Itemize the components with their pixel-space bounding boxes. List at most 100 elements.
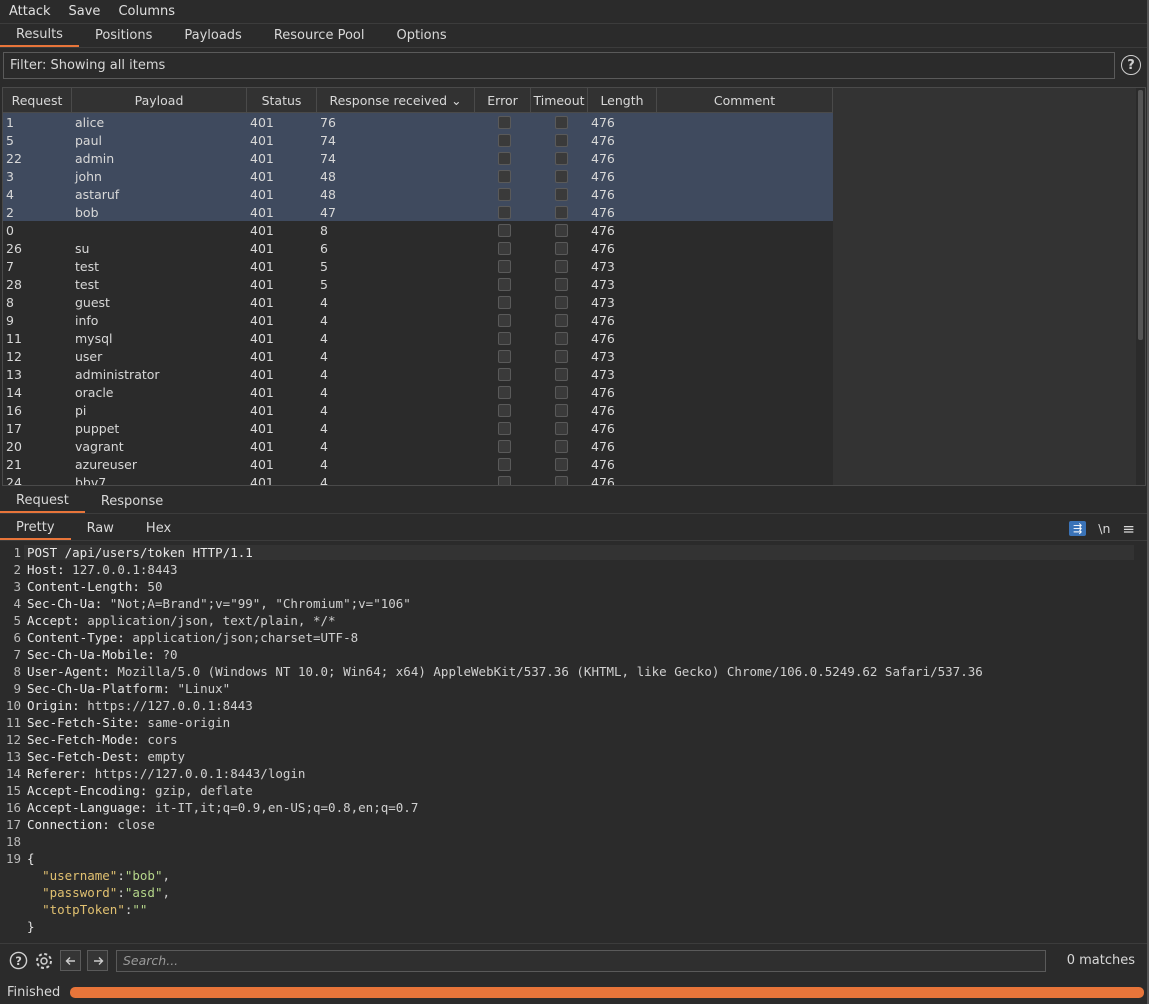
col-status[interactable]: Status (247, 88, 317, 112)
error-checkbox (498, 385, 511, 399)
next-match-button[interactable] (87, 950, 108, 971)
table-row[interactable]: 8 guest 401 4 473 (3, 293, 833, 311)
header-value: gzip, deflate (147, 783, 253, 798)
header-name: User-Agent: (27, 664, 110, 679)
col-comment[interactable]: Comment (657, 88, 833, 112)
row-status: 401 (250, 384, 274, 400)
table-row[interactable]: 22 admin 401 74 476 (3, 149, 833, 167)
tab-hex[interactable]: Hex (130, 517, 187, 540)
row-payload: bob (75, 204, 99, 220)
row-error (475, 367, 531, 381)
results-table: Request Payload Status Response received… (2, 87, 1146, 486)
row-request: 11 (6, 330, 22, 346)
search-input[interactable]: Search... (116, 949, 1046, 972)
table-row[interactable]: 28 test 401 5 473 (3, 275, 833, 293)
line-number: 8 (13, 664, 21, 679)
table-row[interactable]: 24 bbv7 401 4 476 (3, 473, 833, 486)
tab-response[interactable]: Response (85, 490, 179, 513)
table-row[interactable]: 21 azureuser 401 4 476 (3, 455, 833, 473)
row-timeout (531, 115, 588, 129)
col-response-received-label: Response received (329, 92, 448, 108)
line-text: "totpToken":"" (24, 902, 147, 917)
row-status: 401 (250, 474, 274, 486)
previous-match-button[interactable] (60, 950, 81, 971)
row-length: 476 (591, 402, 615, 418)
table-row[interactable]: 11 mysql 401 4 476 (3, 329, 833, 347)
row-status: 401 (250, 204, 274, 220)
table-row[interactable]: 13 administrator 401 4 473 (3, 365, 833, 383)
timeout-checkbox (554, 331, 568, 345)
table-row[interactable]: 14 oracle 401 4 476 (3, 383, 833, 401)
table-row[interactable]: 5 paul 401 74 476 (3, 131, 833, 149)
json-key: "totpToken" (42, 902, 125, 917)
json-sep: : (117, 885, 125, 900)
row-response-received: 47 (320, 204, 336, 220)
row-timeout (531, 313, 588, 327)
line-number: 5 (13, 613, 21, 628)
table-row[interactable]: 1 alice 401 76 476 (3, 113, 833, 131)
table-row[interactable]: 16 pi 401 4 476 (3, 401, 833, 419)
row-length: 476 (591, 240, 615, 256)
tab-results[interactable]: Results (0, 24, 79, 47)
menu-icon[interactable]: ≡ (1122, 520, 1135, 538)
editor-tools: ⇶ \n ≡ (1069, 517, 1147, 540)
filter-bar[interactable]: Filter: Showing all items (3, 51, 1115, 79)
col-payload[interactable]: Payload (72, 88, 247, 112)
table-row[interactable]: 7 test 401 5 473 (3, 257, 833, 275)
table-row[interactable]: 2 bob 401 47 476 (3, 203, 833, 221)
json-line: "totpToken":"" (0, 901, 1147, 918)
row-timeout (531, 205, 588, 219)
col-error[interactable]: Error (475, 88, 531, 112)
row-request: 14 (6, 384, 22, 400)
col-request[interactable]: Request (3, 88, 72, 112)
error-checkbox (498, 421, 511, 435)
header-value: empty (139, 749, 186, 764)
tab-request[interactable]: Request (0, 490, 85, 513)
help-icon[interactable]: ? (8, 951, 28, 971)
code-line: 19 { (0, 850, 1147, 867)
col-length[interactable]: Length (588, 88, 657, 112)
tab-resource-pool[interactable]: Resource Pool (258, 24, 381, 47)
show-newlines-icon[interactable]: \n (1098, 521, 1110, 536)
table-row[interactable]: 4 astaruf 401 48 476 (3, 185, 833, 203)
header-name: Sec-Ch-Ua-Mobile: (27, 647, 155, 662)
row-timeout (531, 295, 588, 309)
tab-payloads[interactable]: Payloads (168, 24, 257, 47)
row-response-received: 5 (320, 258, 328, 274)
json-sep: : (117, 868, 125, 883)
row-timeout (531, 421, 588, 435)
tab-options[interactable]: Options (380, 24, 462, 47)
word-wrap-icon[interactable]: ⇶ (1069, 521, 1087, 536)
menu-save[interactable]: Save (60, 4, 110, 19)
table-row[interactable]: 9 info 401 4 476 (3, 311, 833, 329)
table-row[interactable]: 26 su 401 6 476 (3, 239, 833, 257)
code-line: 8 User-Agent: Mozilla/5.0 (Windows NT 10.… (0, 663, 1147, 680)
tab-pretty[interactable]: Pretty (0, 517, 71, 540)
row-payload: guest (75, 294, 110, 310)
tab-raw[interactable]: Raw (71, 517, 130, 540)
line-number: 13 (5, 749, 21, 764)
row-payload: vagrant (75, 438, 124, 454)
help-icon[interactable]: ? (1121, 55, 1141, 75)
menu-columns[interactable]: Columns (109, 4, 184, 19)
table-row[interactable]: 12 user 401 4 473 (3, 347, 833, 365)
tab-positions[interactable]: Positions (79, 24, 168, 47)
scrollbar-thumb[interactable] (1138, 90, 1143, 340)
col-timeout[interactable]: Timeout (531, 88, 588, 112)
row-response-received: 76 (320, 114, 336, 130)
code-line: 16 Accept-Language: it-IT,it;q=0.9,en-US;… (0, 799, 1147, 816)
gear-icon[interactable] (34, 951, 54, 971)
request-editor[interactable]: 1 POST /api/users/token HTTP/1.1 2 Host: 12… (0, 544, 1147, 941)
row-error (475, 475, 531, 485)
table-row[interactable]: 3 john 401 48 476 (3, 167, 833, 185)
table-row[interactable]: 20 vagrant 401 4 476 (3, 437, 833, 455)
row-timeout (531, 457, 588, 471)
menu-attack[interactable]: Attack (0, 4, 60, 19)
row-response-received: 4 (320, 366, 328, 382)
table-scrollbar[interactable] (1136, 88, 1145, 485)
error-checkbox (498, 331, 511, 345)
row-length: 473 (591, 276, 615, 292)
col-response-received[interactable]: Response received ⌄ (317, 88, 475, 112)
table-row[interactable]: 17 puppet 401 4 476 (3, 419, 833, 437)
table-row[interactable]: 0 401 8 476 (3, 221, 833, 239)
